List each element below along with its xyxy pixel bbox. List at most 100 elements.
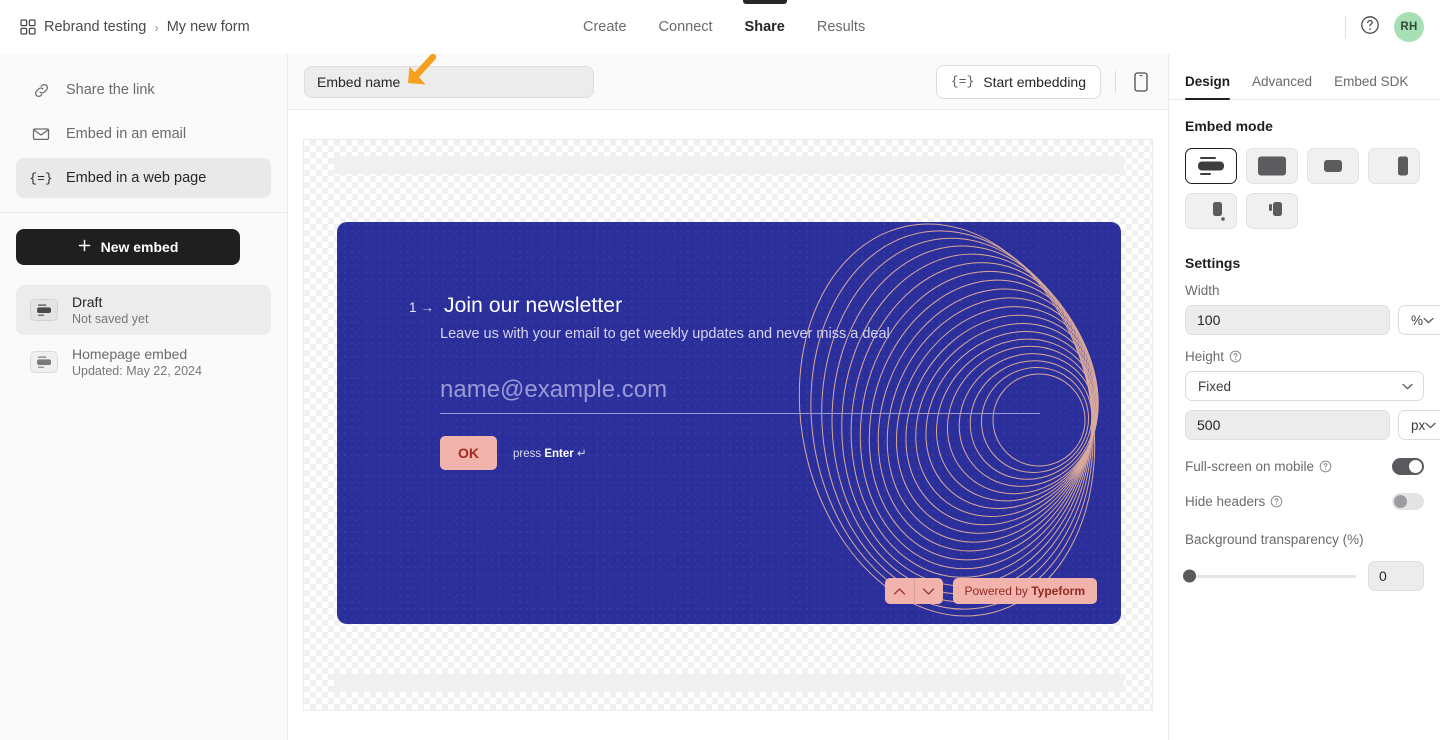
hide-headers-label-text: Hide headers (1185, 494, 1266, 509)
chevron-up-icon[interactable] (885, 578, 914, 604)
slider-thumb[interactable] (1183, 569, 1196, 583)
width-input[interactable] (1185, 305, 1390, 335)
tab-design[interactable]: Design (1185, 74, 1231, 100)
nav-tab-share[interactable]: Share (745, 0, 785, 54)
settings-tabs: Design Advanced Embed SDK (1169, 54, 1440, 100)
embed-subtitle: Not saved yet (72, 312, 149, 326)
hide-headers-label: Hide headers (1185, 494, 1283, 509)
height-label: Height (1185, 349, 1424, 364)
width-unit-select[interactable]: % (1398, 305, 1440, 335)
hide-headers-toggle[interactable] (1392, 493, 1424, 510)
bg-transparency-label: Background transparency (%) (1185, 532, 1424, 547)
embed-toolbar: {=} Start embedding (288, 53, 1168, 110)
right-settings-panel: Design Advanced Embed SDK Embed mode Set… (1168, 54, 1440, 740)
sidebar-item-label: Embed in an email (66, 126, 187, 142)
main-nav-tabs: Create Connect Share Results (583, 0, 865, 54)
embed-thumbnail-icon (30, 299, 58, 321)
fullscreen-mobile-toggle[interactable] (1392, 458, 1424, 475)
tab-advanced[interactable]: Advanced (1252, 74, 1312, 99)
height-unit-select[interactable]: px (1398, 410, 1440, 440)
fullscreen-mobile-label-text: Full-screen on mobile (1185, 459, 1315, 474)
width-unit-value: % (1411, 312, 1424, 328)
embed-list: Draft Not saved yet Homepage embed Updat… (0, 281, 287, 387)
bg-transparency-row (1183, 561, 1424, 591)
height-value-row: px (1185, 410, 1440, 440)
question-circle-icon[interactable] (1270, 495, 1283, 508)
toggle-knob (1394, 495, 1407, 508)
list-item-meta: Homepage embed Updated: May 22, 2024 (72, 346, 202, 378)
embed-mode-heading: Embed mode (1185, 118, 1273, 134)
top-bar: Rebrand testing › My new form Create Con… (0, 0, 1440, 54)
toggle-knob (1409, 460, 1422, 473)
list-item[interactable]: Draft Not saved yet (16, 285, 271, 335)
email-answer-field[interactable]: name@example.com (440, 376, 1040, 414)
bg-transparency-input[interactable] (1368, 561, 1424, 591)
embed-mode-popover[interactable] (1185, 193, 1237, 229)
start-embedding-button[interactable]: {=} Start embedding (935, 64, 1101, 99)
height-mode-select[interactable]: Fixed (1185, 371, 1424, 401)
question-number-value: 1 (409, 300, 417, 315)
embed-mode-slider[interactable] (1368, 148, 1420, 184)
new-embed-button[interactable]: New embed (16, 229, 240, 265)
sidebar-item-share-the-link[interactable]: Share the link (16, 70, 271, 110)
press-enter-prefix: press (513, 448, 545, 460)
design-tab-content: Embed mode Settings Width 100 % Height F… (1169, 100, 1440, 591)
width-row: % (1185, 305, 1440, 335)
sidebar-item-embed-in-a-web-page[interactable]: {=} Embed in a web page (16, 158, 271, 198)
form-footer: Powered by Typeform (884, 578, 1097, 604)
nav-tab-create[interactable]: Create (583, 0, 627, 54)
powered-by-typeform-badge[interactable]: Powered by Typeform (952, 578, 1097, 604)
height-label-text: Height (1185, 349, 1225, 364)
grid-icon[interactable] (20, 19, 36, 35)
question-circle-icon[interactable] (1319, 460, 1332, 473)
bg-transparency-label-text: Background transparency (%) (1185, 532, 1364, 547)
transparency-checkerboard: 1 → Join our newsletter Leave us with yo… (303, 139, 1153, 711)
page-skeleton-bar-bottom (334, 674, 1124, 692)
chevron-down-icon (1402, 383, 1413, 389)
chevron-down-icon[interactable] (913, 578, 943, 604)
press-enter-key: Enter (544, 448, 574, 460)
breadcrumb-form-name[interactable]: My new form (167, 19, 250, 35)
start-embedding-label: Start embedding (983, 73, 1086, 90)
hide-headers-row: Hide headers (1185, 493, 1424, 510)
embed-mode-side-tab[interactable] (1246, 193, 1298, 229)
embed-code-icon: {=} (29, 170, 53, 186)
question-title: Join our newsletter (444, 294, 623, 317)
mobile-device-icon[interactable] (1130, 71, 1152, 93)
press-enter-hint: press Enter ↵ (513, 446, 587, 460)
ok-button[interactable]: OK (440, 436, 497, 470)
embed-mode-inline[interactable] (1185, 148, 1237, 184)
form-nav-arrows (884, 578, 943, 604)
question-circle-icon[interactable] (1229, 350, 1242, 363)
toolbar-divider (1115, 70, 1116, 93)
bg-transparency-slider[interactable] (1183, 569, 1356, 583)
breadcrumb-separator: › (154, 19, 159, 35)
chevron-down-icon (1425, 422, 1436, 428)
tab-embed-sdk[interactable]: Embed SDK (1334, 74, 1408, 99)
embed-mode-popup[interactable] (1307, 148, 1359, 184)
embed-title: Draft (72, 294, 103, 310)
settings-heading: Settings (1185, 255, 1241, 271)
chevron-down-icon (1423, 317, 1434, 323)
toolbar-actions: {=} Start embedding (935, 64, 1152, 99)
list-item-meta: Draft Not saved yet (72, 294, 148, 326)
help-icon[interactable] (1360, 15, 1380, 40)
breadcrumb: Rebrand testing › My new form (20, 19, 250, 35)
typeform-preview-card[interactable]: 1 → Join our newsletter Leave us with yo… (337, 222, 1121, 624)
nav-tab-results[interactable]: Results (817, 0, 865, 54)
embed-name-input[interactable] (304, 65, 594, 98)
nav-tab-connect[interactable]: Connect (659, 0, 713, 54)
embed-mode-grid (1185, 148, 1424, 229)
sidebar-item-embed-in-an-email[interactable]: Embed in an email (16, 114, 271, 154)
embed-mode-fullpage[interactable] (1246, 148, 1298, 184)
breadcrumb-workspace[interactable]: Rebrand testing (44, 19, 146, 35)
powered-prefix: Powered by (964, 584, 1032, 598)
width-label-text: Width (1185, 283, 1220, 298)
height-input[interactable] (1185, 410, 1390, 440)
enter-symbol-icon: ↵ (576, 448, 587, 460)
avatar[interactable]: RH (1394, 12, 1424, 42)
new-embed-label: New embed (100, 239, 179, 255)
share-options-list: Share the link Embed in an email {=} Emb… (0, 54, 287, 198)
form-question-block: 1 → Join our newsletter Leave us with yo… (409, 294, 1121, 470)
list-item[interactable]: Homepage embed Updated: May 22, 2024 (16, 337, 271, 387)
